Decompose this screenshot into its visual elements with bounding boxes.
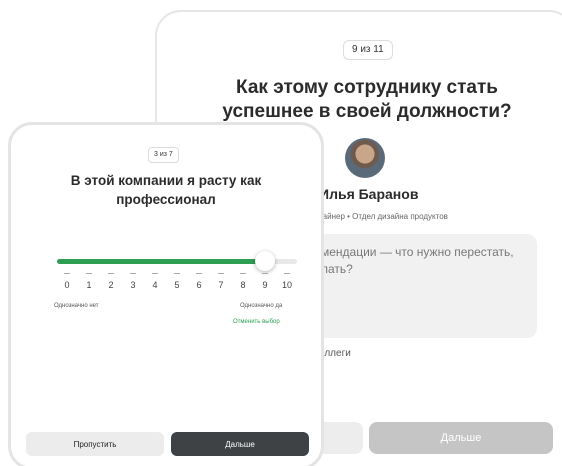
tick-label: 8 — [240, 280, 246, 290]
tick-label: 0 — [64, 280, 70, 290]
tick-mark — [262, 273, 268, 274]
rating-slider[interactable] — [57, 251, 297, 271]
cancel-selection-link[interactable]: Отменить выбор — [233, 319, 280, 325]
tick-mark — [108, 273, 114, 274]
tick-mark — [152, 273, 158, 274]
next-button[interactable]: Дальше — [171, 432, 309, 456]
tick-mark — [240, 273, 246, 274]
scale-min-label: Однозначно нет — [54, 303, 99, 309]
next-button-disabled[interactable]: Дальше — [369, 422, 553, 454]
scale-tick[interactable]: 8 — [233, 273, 253, 290]
slider-fill — [57, 259, 265, 264]
scale-tick[interactable]: 2 — [101, 273, 121, 290]
tick-label: 3 — [130, 280, 136, 290]
question-title: В этой компании я расту как профессионал — [70, 173, 262, 207]
tick-mark — [64, 273, 70, 274]
tick-mark — [196, 273, 202, 274]
scale-tick[interactable]: 9 — [255, 273, 275, 290]
scale-tick[interactable]: 4 — [145, 273, 165, 290]
tick-label: 10 — [281, 280, 292, 290]
tick-mark — [174, 273, 180, 274]
question-counter: 9 из 11 — [343, 40, 393, 60]
tick-label: 7 — [218, 280, 224, 290]
tick-label: 1 — [86, 280, 92, 290]
person-role: зайнер • Отдел дизайна продуктов — [319, 212, 448, 221]
question-counter: 3 из 7 — [148, 147, 179, 163]
scale-tick[interactable]: 1 — [79, 273, 99, 290]
skip-button[interactable]: Пропустить — [26, 432, 164, 456]
tick-mark — [218, 273, 224, 274]
tick-label: 6 — [196, 280, 202, 290]
scale-max-label: Однозначно да — [240, 303, 283, 309]
recommendation-textarea[interactable]: мендации — что нужно перестать, лать? — [309, 234, 537, 338]
scale-ticks: 0 1 2 3 4 5 6 7 8 9 10 — [57, 273, 297, 299]
person-name: Илья Баранов — [319, 186, 419, 202]
scale-tick[interactable]: 10 — [277, 273, 297, 290]
tick-mark — [130, 273, 136, 274]
tick-mark — [284, 273, 290, 274]
tick-label: 5 — [174, 280, 180, 290]
scale-tick[interactable]: 6 — [189, 273, 209, 290]
front-survey-card: 3 из 7 В этой компании я расту как профе… — [8, 122, 324, 466]
tick-mark — [86, 273, 92, 274]
slider-thumb[interactable] — [255, 251, 275, 271]
scale-tick[interactable]: 5 — [167, 273, 187, 290]
avatar — [345, 138, 385, 178]
tick-label: 2 — [108, 280, 114, 290]
scale-tick[interactable]: 7 — [211, 273, 231, 290]
tick-label: 9 — [262, 280, 268, 290]
scale-tick[interactable]: 3 — [123, 273, 143, 290]
scale-tick[interactable]: 0 — [57, 273, 77, 290]
question-title: Как этому сотруднику стать успешнее в св… — [222, 77, 512, 122]
tick-label: 4 — [152, 280, 158, 290]
